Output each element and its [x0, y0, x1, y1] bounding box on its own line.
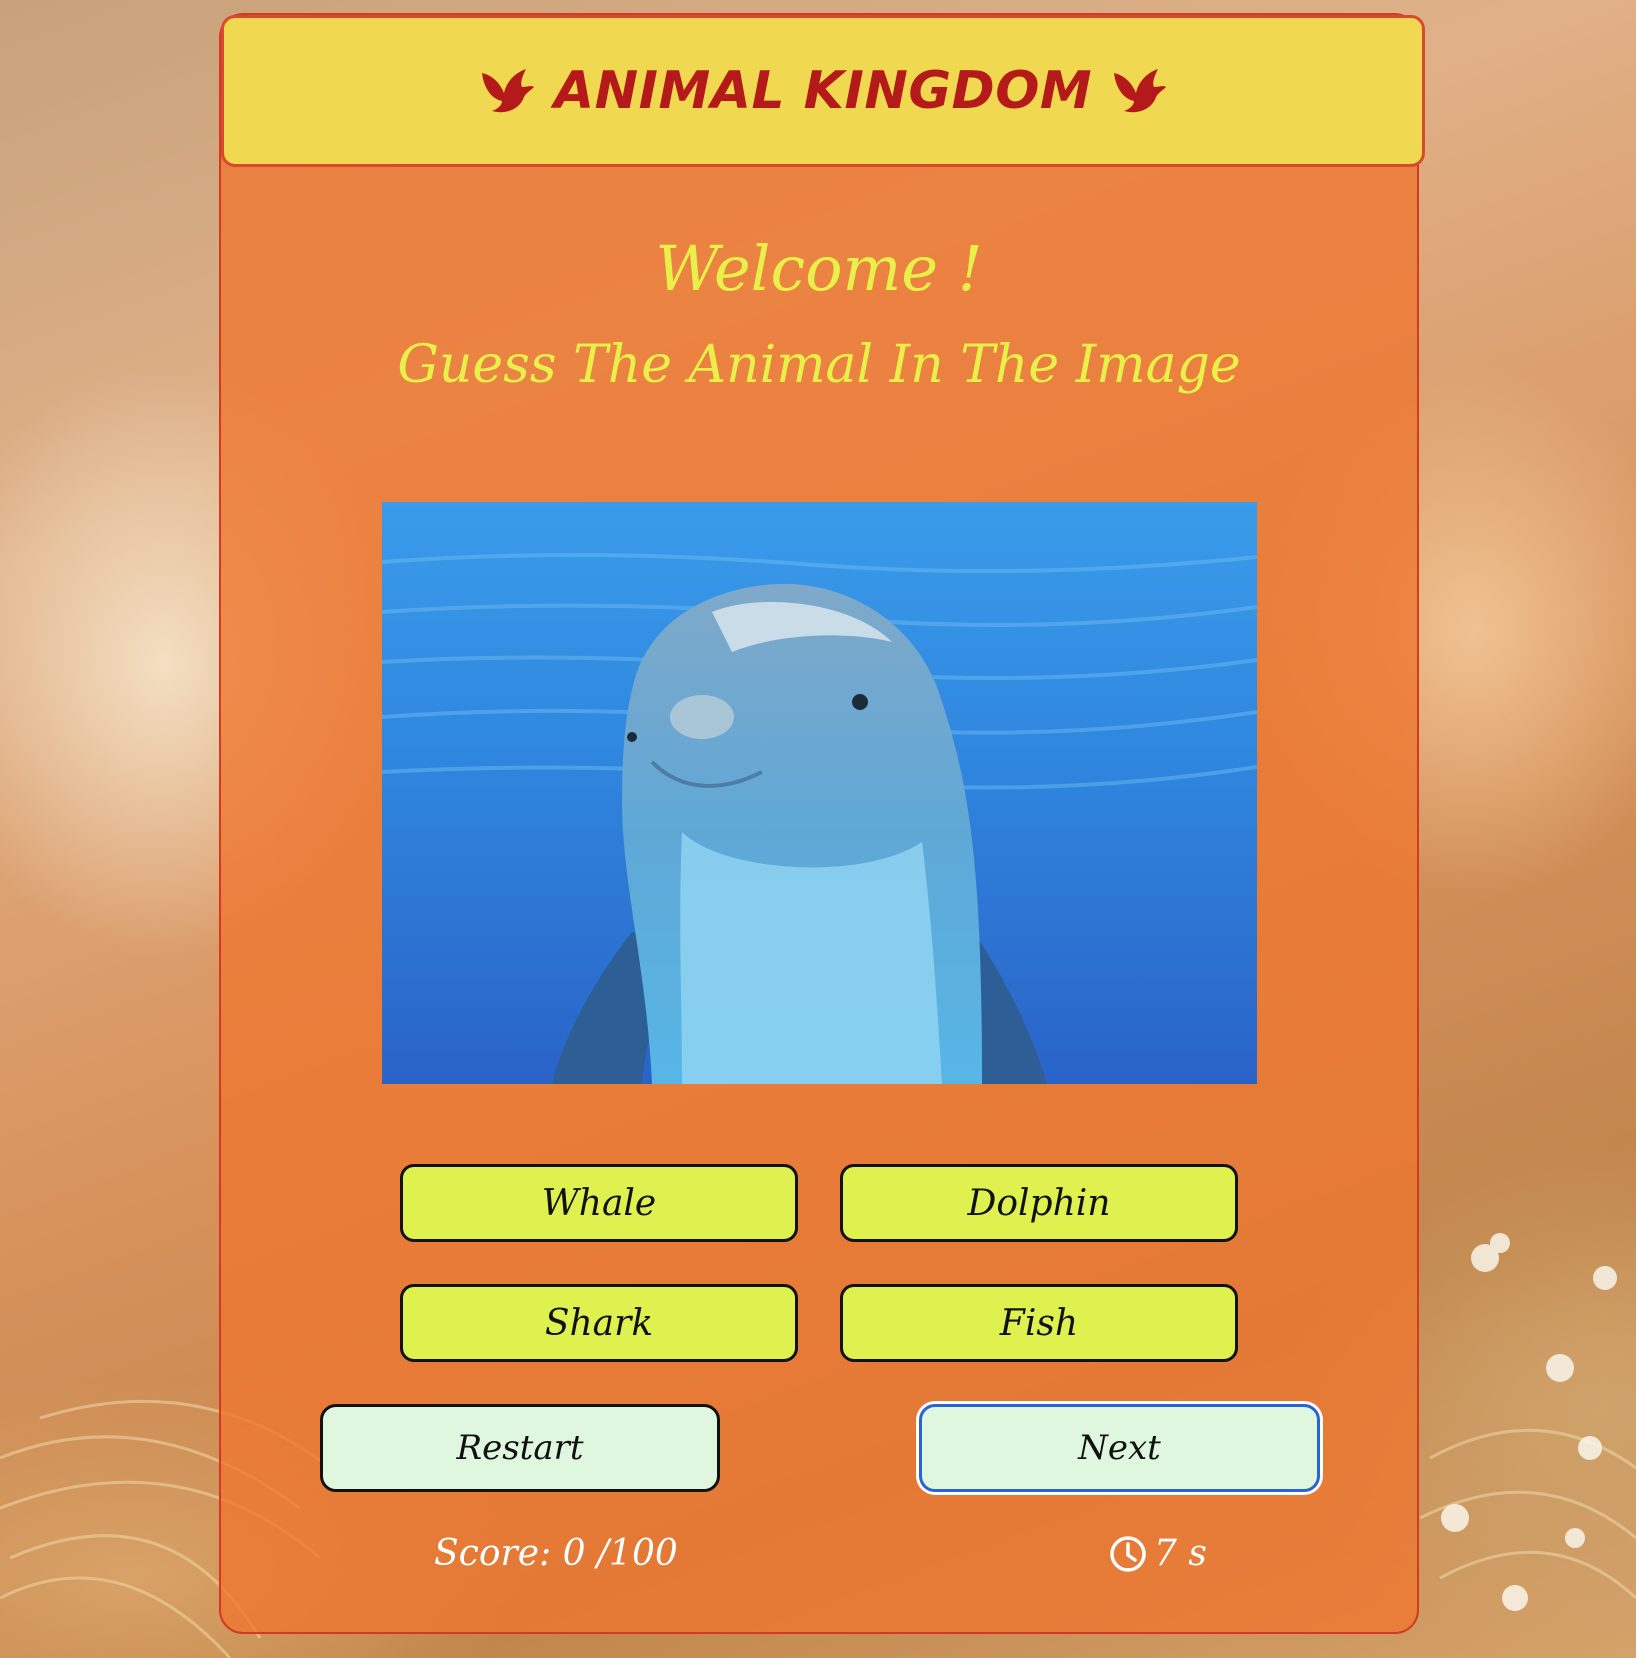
timer-value: 7 s [1154, 1533, 1207, 1574]
timer-display: 7 s [1108, 1533, 1207, 1574]
animal-image [382, 502, 1257, 1084]
answer-button-shark[interactable]: Shark [400, 1284, 798, 1362]
app-title: ANIMAL KINGDOM [478, 61, 1168, 121]
dove-icon [481, 69, 534, 113]
answer-button-dolphin[interactable]: Dolphin [840, 1164, 1238, 1242]
dove-icon [1114, 69, 1167, 113]
app-title-text: ANIMAL KINGDOM [553, 61, 1093, 121]
welcome-heading: Welcome ! [655, 232, 983, 305]
next-button[interactable]: Next [919, 1404, 1320, 1492]
clock-icon [1110, 1535, 1146, 1572]
answer-button-fish[interactable]: Fish [840, 1284, 1238, 1362]
score-display: Score: 0 /100 [434, 1533, 678, 1574]
restart-button[interactable]: Restart [320, 1404, 720, 1492]
header-bar: ANIMAL KINGDOM [221, 15, 1425, 167]
answer-button-whale[interactable]: Whale [400, 1164, 798, 1242]
instructions-heading: Guess The Animal In The Image [397, 335, 1241, 395]
